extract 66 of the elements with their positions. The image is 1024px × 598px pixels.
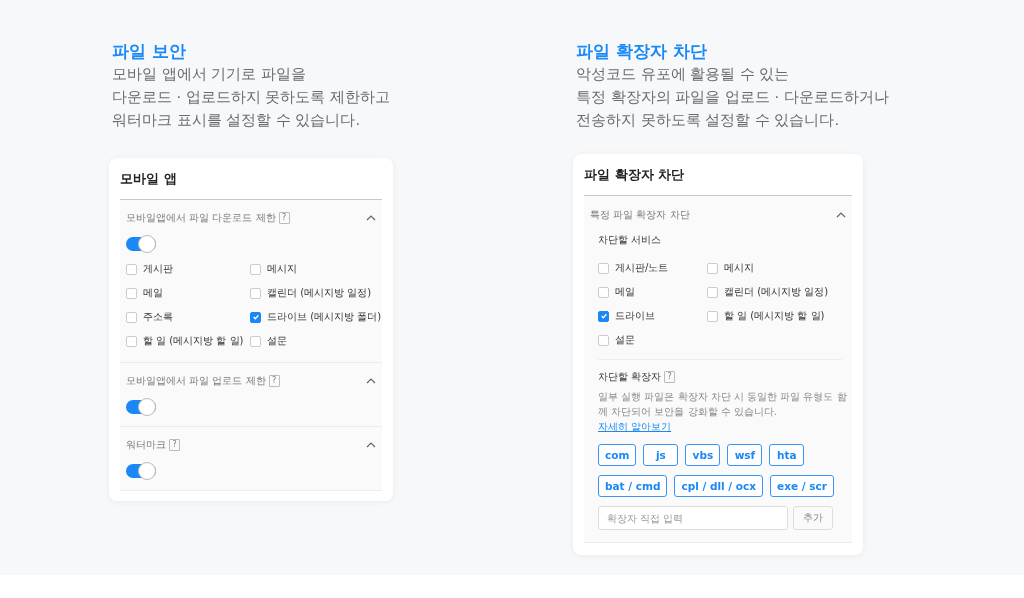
extension-chip[interactable]: hta bbox=[769, 444, 805, 466]
section-label: 모바일앱에서 파일 다운로드 제한 bbox=[126, 211, 276, 225]
checkbox[interactable] bbox=[598, 310, 609, 322]
section-label: 특정 파일 확장자 차단 bbox=[590, 208, 690, 222]
chevron-icon[interactable] bbox=[366, 215, 376, 221]
checkbox-label: 주소록 bbox=[143, 310, 173, 324]
checkbox[interactable] bbox=[250, 263, 261, 275]
checkbox-label: 할 일 (메시지방 할 일) bbox=[143, 334, 244, 348]
help-icon[interactable]: ? bbox=[268, 375, 280, 387]
checkbox-label: 할 일 (메시지방 할 일) bbox=[724, 309, 825, 323]
checkbox[interactable] bbox=[126, 311, 137, 323]
checkbox[interactable] bbox=[598, 286, 609, 298]
toggle-switch[interactable] bbox=[126, 400, 156, 414]
extension-chip[interactable]: js bbox=[643, 444, 679, 466]
help-text: 일부 실행 파일은 확장자 차단 시 동일한 파일 유형도 함께 차단되어 보안을 강화할 수 있습니다. 자세히 알아보기 bbox=[598, 390, 848, 434]
section-heading: 파일 보안 bbox=[112, 40, 187, 62]
help-icon[interactable]: ? bbox=[169, 439, 180, 451]
checkbox-label: 드라이브 bbox=[615, 309, 655, 323]
description-text: 다운로드 · 업로드하지 못하도록 제한하고 bbox=[112, 88, 392, 107]
extension-chip[interactable]: cpl / dll / ocx bbox=[674, 475, 763, 497]
extension-chip[interactable]: com bbox=[598, 444, 637, 466]
learn-more-link[interactable]: 자세히 알아보기 bbox=[598, 421, 672, 432]
subsection-label: 차단할 서비스 bbox=[598, 233, 663, 247]
description-text: 특정 확장자의 파일을 업로드 · 다운로드하거나 bbox=[576, 88, 889, 107]
description-text: 악성코드 유포에 활용될 수 있는 bbox=[576, 65, 791, 84]
checkbox[interactable] bbox=[250, 311, 261, 323]
checkbox[interactable] bbox=[126, 335, 137, 347]
extension-input-field[interactable]: 확장자 직접 입력 bbox=[598, 506, 788, 530]
checkbox[interactable] bbox=[707, 262, 718, 274]
description-text: 모바일 앱에서 기기로 파일을 bbox=[112, 65, 307, 84]
checkbox[interactable] bbox=[598, 334, 609, 346]
checkbox-label: 캘린더 (메시지방 일정) bbox=[267, 286, 372, 300]
description-text: 전송하지 못하도록 설정할 수 있습니다. bbox=[576, 111, 841, 130]
description-text: 워터마크 표시를 설정할 수 있습니다. bbox=[112, 111, 362, 130]
chevron-icon[interactable] bbox=[366, 442, 376, 448]
section-label: 워터마크 bbox=[126, 438, 166, 452]
toggle-switch[interactable] bbox=[126, 464, 156, 478]
checkbox[interactable] bbox=[598, 262, 609, 274]
chevron-icon[interactable] bbox=[836, 212, 846, 218]
help-icon[interactable]: ? bbox=[278, 212, 290, 224]
extension-chip[interactable]: vbs bbox=[685, 444, 721, 466]
checkbox-label: 메일 bbox=[615, 285, 635, 299]
checkbox[interactable] bbox=[126, 287, 137, 299]
checkbox[interactable] bbox=[126, 263, 137, 275]
checkbox-label: 메일 bbox=[143, 286, 163, 300]
toggle-switch[interactable] bbox=[126, 237, 156, 251]
checkbox-label: 캘린더 (메시지방 일정) bbox=[724, 285, 829, 299]
checkbox[interactable] bbox=[250, 335, 261, 347]
checkbox-label: 드라이브 (메시지방 폴더) bbox=[267, 310, 382, 324]
checkbox-label: 설문 bbox=[267, 334, 287, 348]
checkbox-label: 메시지 bbox=[724, 261, 754, 275]
checkbox[interactable] bbox=[707, 286, 718, 298]
help-icon[interactable]: ? bbox=[664, 371, 676, 383]
checkbox[interactable] bbox=[707, 310, 718, 322]
section-label: 모바일앱에서 파일 업로드 제한 bbox=[126, 374, 266, 388]
checkbox-label: 게시판 bbox=[143, 262, 173, 276]
section-heading: 파일 확장자 차단 bbox=[576, 40, 708, 62]
checkbox-label: 메시지 bbox=[267, 262, 297, 276]
checkbox-label: 설문 bbox=[615, 333, 635, 347]
extension-chip[interactable]: wsf bbox=[727, 444, 763, 466]
extension-chip[interactable]: bat / cmd bbox=[598, 475, 668, 497]
chevron-icon[interactable] bbox=[366, 378, 376, 384]
extension-chip[interactable]: exe / scr bbox=[770, 475, 834, 497]
subsection-label: 차단할 확장자 bbox=[598, 370, 662, 384]
checkbox-label: 게시판/노트 bbox=[615, 261, 669, 275]
checkbox[interactable] bbox=[250, 287, 261, 299]
